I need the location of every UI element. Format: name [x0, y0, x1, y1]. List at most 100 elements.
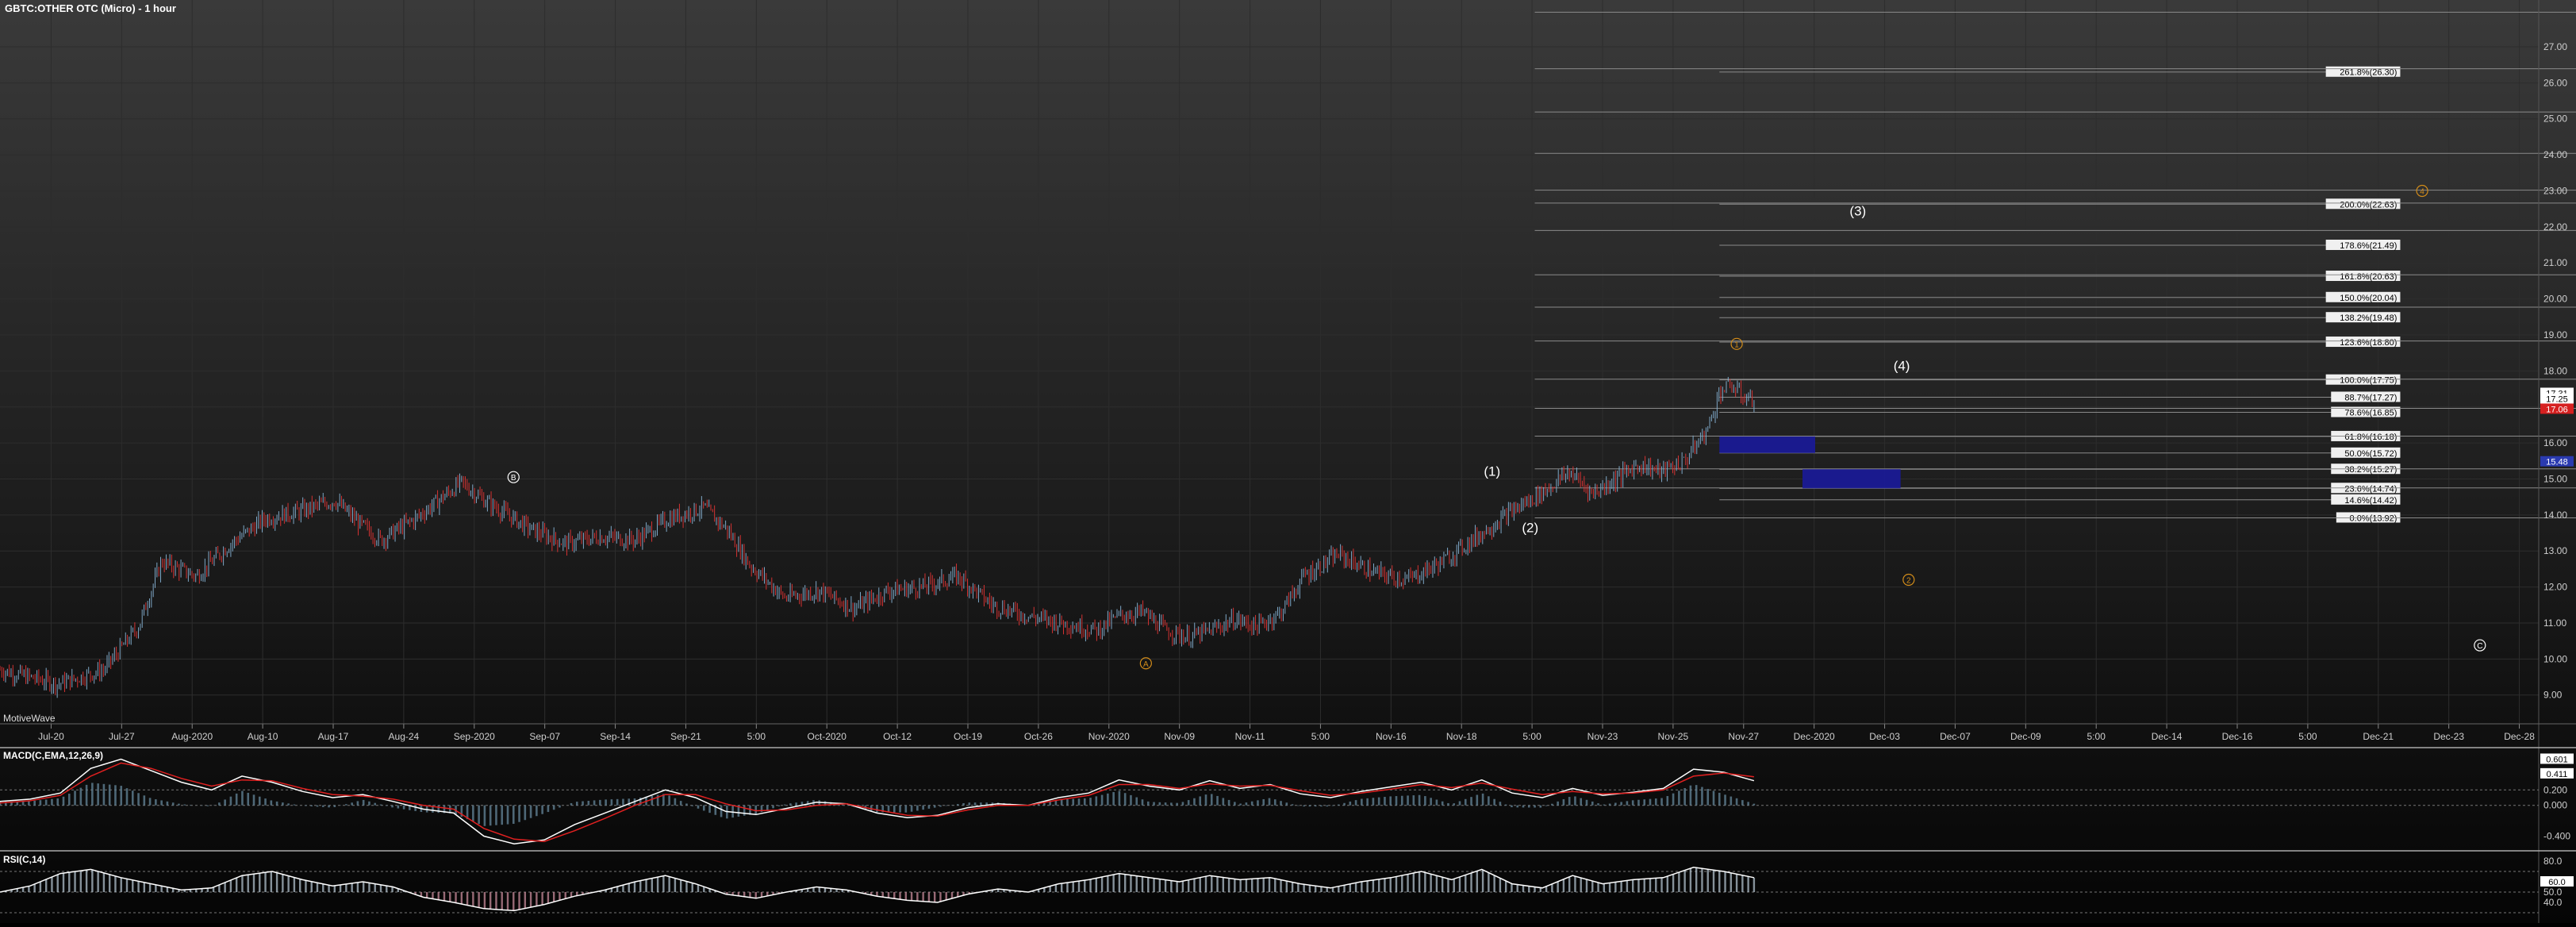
- x-tick-label: Dec-03: [1869, 731, 1900, 742]
- y-tick-label: 22.00: [2543, 221, 2567, 233]
- y-tick-label: 14.00: [2543, 510, 2567, 521]
- x-tick-label: Aug-10: [248, 731, 278, 742]
- x-tick-label: Nov-27: [1728, 731, 1759, 742]
- y-tick-label: 11.00: [2543, 617, 2566, 629]
- x-tick-label: Dec-07: [1940, 731, 1971, 742]
- x-tick-label: Jul-20: [38, 731, 64, 742]
- y-tick-label: 19.00: [2543, 329, 2567, 340]
- y-tick-label: 25.00: [2543, 113, 2567, 125]
- fib-label-left: 23.6%(14.74): [2344, 484, 2397, 494]
- x-tick-label: Aug-24: [389, 731, 420, 742]
- price-tag: 17.25: [2546, 395, 2568, 405]
- x-tick-label: Dec-16: [2222, 731, 2253, 742]
- x-tick-label: 5:00: [2087, 731, 2106, 742]
- x-tick-label: Nov-11: [1235, 731, 1265, 742]
- wave-label: (4): [1894, 359, 1910, 374]
- macd-value-tag: 0.411: [2547, 770, 2568, 779]
- x-tick-label: Aug-17: [318, 731, 349, 742]
- price-tag: 17.06: [2546, 405, 2568, 414]
- wave-label: 2: [1906, 577, 1911, 586]
- y-tick-label: 20.00: [2543, 294, 2567, 305]
- wave-label: (1): [1484, 464, 1500, 479]
- y-tick-label: 27.00: [2543, 41, 2567, 52]
- x-tick-label: Dec-28: [2504, 731, 2535, 742]
- x-tick-label: Nov-18: [1446, 731, 1477, 742]
- x-tick-label: Nov-25: [1658, 731, 1689, 742]
- rsi-y-tick-label: 80.0: [2543, 856, 2563, 867]
- x-tick-label: Sep-14: [600, 731, 631, 742]
- fib-label-left: 261.8%(26.30): [2340, 68, 2397, 78]
- x-tick-label: Dec-09: [2010, 731, 2041, 742]
- x-tick-label: Jul-27: [109, 731, 135, 742]
- x-tick-label: Nov-16: [1376, 731, 1407, 742]
- fib-label-left: 0.0%(13.92): [2350, 514, 2397, 523]
- x-tick-label: 5:00: [2298, 731, 2317, 742]
- fib-label-left: 138.2%(19.48): [2340, 313, 2397, 323]
- x-tick-label: Aug-2020: [171, 731, 213, 742]
- fib-label-left: 78.6%(16.85): [2344, 409, 2397, 418]
- y-tick-label: 18.00: [2543, 365, 2567, 376]
- macd-title: MACD(C,EMA,12,26,9): [3, 750, 103, 761]
- x-tick-label: 5:00: [1522, 731, 1541, 742]
- fib-label-left: 150.0%(20.04): [2340, 294, 2397, 303]
- y-tick-label: 15.00: [2543, 473, 2567, 484]
- fib-label-left: 200.0%(22.63): [2340, 200, 2397, 210]
- wave-label: A: [1143, 660, 1149, 669]
- watermark-label: MotiveWave: [3, 713, 56, 724]
- fib-label-left: 100.0%(17.75): [2340, 376, 2397, 386]
- x-tick-label: Oct-2020: [808, 731, 847, 742]
- macd-y-tick-label: 0.200: [2543, 784, 2567, 795]
- x-tick-label: Sep-07: [529, 731, 560, 742]
- wave-label: C: [2477, 642, 2482, 651]
- fib-label-left: 161.8%(20.63): [2340, 272, 2397, 282]
- x-tick-label: Dec-14: [2152, 731, 2182, 742]
- y-tick-label: 12.00: [2543, 582, 2567, 593]
- y-tick-label: 23.00: [2543, 185, 2567, 196]
- fib-label-left: 88.7%(17.27): [2344, 393, 2397, 402]
- price-tag: 15.48: [2546, 458, 2568, 467]
- x-tick-label: Nov-09: [1164, 731, 1195, 742]
- x-tick-label: Dec-21: [2363, 731, 2394, 742]
- wave-label: (2): [1522, 521, 1538, 536]
- x-tick-label: Oct-19: [954, 731, 982, 742]
- wave-label: B: [511, 474, 516, 483]
- y-tick-label: 16.00: [2543, 437, 2567, 448]
- wave-label: (3): [1849, 203, 1866, 218]
- y-tick-label: 9.00: [2543, 690, 2563, 701]
- y-tick-label: 13.00: [2543, 545, 2567, 556]
- x-tick-label: Dec-23: [2433, 731, 2464, 742]
- x-tick-label: Oct-12: [883, 731, 912, 742]
- x-tick-label: Oct-26: [1024, 731, 1053, 742]
- fib-label-left: 178.6%(21.49): [2340, 241, 2397, 251]
- rsi-title: RSI(C,14): [3, 854, 45, 865]
- chart-container[interactable]: 261.8%(26.30) 200.0%(22.63) 178.6%(21.49) 1…: [0, 0, 2576, 923]
- support-zone: [1719, 436, 1815, 453]
- x-tick-label: Dec-2020: [1794, 731, 1835, 742]
- fib-label-left: 14.6%(14.42): [2344, 496, 2397, 506]
- x-tick-label: Nov-2020: [1088, 731, 1130, 742]
- rsi-value-tag: 60.0: [2548, 878, 2565, 887]
- y-tick-label: 21.00: [2543, 257, 2567, 268]
- y-tick-label: 24.00: [2543, 149, 2567, 160]
- x-tick-label: Sep-21: [670, 731, 701, 742]
- wave-label: 4: [2420, 187, 2424, 196]
- x-tick-label: 5:00: [747, 731, 766, 742]
- chart-background: [0, 0, 2576, 923]
- rsi-y-tick-label: 40.0: [2543, 897, 2563, 908]
- macd-y-tick-label: 0.000: [2543, 800, 2567, 811]
- support-zone: [1802, 469, 1901, 489]
- fib-label-left: 50.0%(15.72): [2344, 449, 2397, 459]
- chart-canvas[interactable]: 261.8%(26.30) 200.0%(22.63) 178.6%(21.49) 1…: [0, 0, 2576, 923]
- fib-label-left: 61.8%(16.18): [2344, 433, 2397, 442]
- rsi-y-tick-label: 50.0: [2543, 887, 2563, 898]
- macd-y-tick-label: -0.400: [2543, 830, 2570, 841]
- wave-label: 1: [1734, 340, 1739, 349]
- x-tick-label: Nov-23: [1587, 731, 1618, 742]
- y-tick-label: 26.00: [2543, 77, 2567, 88]
- macd-value-tag: 0.601: [2546, 755, 2568, 764]
- fib-label-left: 123.6%(18.80): [2340, 338, 2397, 348]
- x-tick-label: Sep-2020: [454, 731, 495, 742]
- x-tick-label: 5:00: [1311, 731, 1330, 742]
- chart-title: GBTC:OTHER OTC (Micro) - 1 hour: [5, 2, 176, 14]
- y-tick-label: 10.00: [2543, 653, 2567, 664]
